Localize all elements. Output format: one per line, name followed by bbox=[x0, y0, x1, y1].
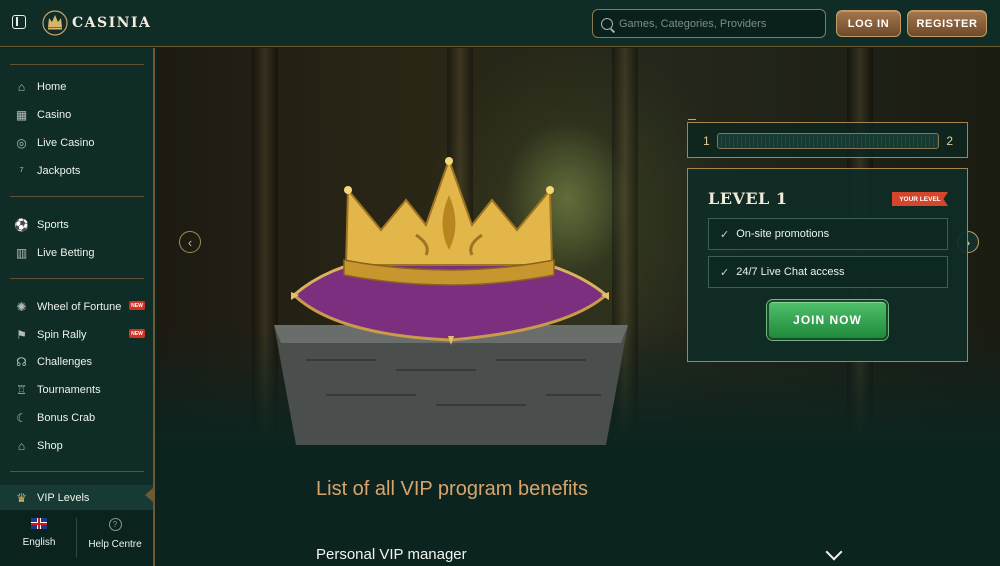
active-item-pointer bbox=[145, 488, 153, 502]
check-icon: ✓ bbox=[720, 266, 730, 279]
wheel-icon: ✺ bbox=[16, 299, 27, 314]
level-progress: 1 2 bbox=[687, 119, 968, 158]
help-label: Help Centre bbox=[88, 539, 142, 550]
level-card: LEVEL 1 YOUR LEVEL ✓ On-site promotions … bbox=[687, 168, 968, 362]
sidebar-divider bbox=[10, 64, 144, 65]
sidebar-item-challenges[interactable]: ☊ Challenges bbox=[14, 354, 92, 369]
accordion-label: Personal VIP manager bbox=[316, 546, 467, 563]
sidebar-item-spin-rally[interactable]: ⚑ Spin Rally bbox=[14, 327, 87, 342]
sidebar-item-label: Challenges bbox=[37, 355, 93, 368]
sidebar-item-home[interactable]: ⌂ Home bbox=[14, 79, 66, 94]
trophy-icon: ♖ bbox=[16, 382, 27, 397]
carousel-prev-button[interactable]: ‹ bbox=[179, 231, 201, 253]
sidebar-item-tournaments[interactable]: ♖ Tournaments bbox=[14, 382, 101, 397]
help-centre-link[interactable]: ? Help Centre bbox=[84, 518, 146, 550]
jackpot-icon: ⁷ bbox=[19, 163, 24, 178]
brand-name: CASINIA bbox=[72, 15, 152, 31]
sidebar-item-vip-content: ♛ VIP Levels bbox=[14, 490, 89, 505]
search-input[interactable] bbox=[619, 17, 809, 30]
sidebar-divider bbox=[10, 196, 144, 197]
benefit-label: 24/7 Live Chat access bbox=[736, 266, 845, 278]
flag-icon: ⚑ bbox=[16, 327, 27, 342]
chevron-down-icon bbox=[825, 543, 843, 561]
check-icon: ✓ bbox=[720, 228, 730, 241]
sidebar-item-jackpots[interactable]: ⁷ Jackpots bbox=[14, 163, 80, 178]
sidebar-item-label: Casino bbox=[37, 108, 72, 121]
benefit-item: ✓ On-site promotions bbox=[708, 218, 948, 250]
sidebar-item-label: Live Betting bbox=[37, 246, 95, 259]
live-casino-icon: ◎ bbox=[16, 135, 27, 150]
shop-icon: ⌂ bbox=[17, 438, 26, 453]
home-icon: ⌂ bbox=[17, 79, 26, 94]
help-icon: ? bbox=[108, 518, 122, 531]
sidebar-item-bonus-crab[interactable]: ☾ Bonus Crab bbox=[14, 410, 95, 425]
sidebar-item-sports[interactable]: ⚽ Sports bbox=[14, 217, 69, 232]
uk-flag-icon bbox=[31, 518, 47, 529]
search-box[interactable] bbox=[592, 9, 826, 38]
sidebar-toggle-icon[interactable] bbox=[12, 15, 26, 29]
progress-bar bbox=[717, 133, 939, 149]
sidebar-item-label: Bonus Crab bbox=[37, 411, 96, 424]
footer-separator bbox=[76, 518, 77, 558]
crab-icon: ☾ bbox=[16, 410, 27, 425]
sidebar-item-casino[interactable]: ▦ Casino bbox=[14, 107, 71, 122]
sports-icon: ⚽ bbox=[14, 217, 29, 232]
language-label: English bbox=[22, 537, 56, 548]
sidebar-item-label: Home bbox=[37, 80, 67, 93]
search-icon bbox=[601, 17, 613, 30]
sidebar-item-vip-levels[interactable]: ♛ VIP Levels bbox=[0, 485, 153, 510]
progress-start-level: 1 bbox=[703, 134, 710, 148]
crown-logo-icon bbox=[42, 10, 68, 36]
sidebar-divider bbox=[10, 471, 144, 472]
sidebar-item-live-betting[interactable]: ▥ Live Betting bbox=[14, 245, 95, 260]
register-button[interactable]: REGISTER bbox=[907, 10, 987, 37]
join-now-button[interactable]: JOIN NOW bbox=[767, 300, 888, 340]
section-title: List of all VIP program benefits bbox=[316, 478, 588, 500]
top-header: CASINIA LOG IN REGISTER bbox=[0, 0, 1000, 47]
new-badge: NEW bbox=[129, 329, 145, 338]
login-button[interactable]: LOG IN bbox=[836, 10, 901, 37]
sidebar-item-label: VIP Levels bbox=[37, 491, 90, 504]
sidebar-item-label: Jackpots bbox=[37, 164, 81, 177]
sidebar-item-wheel-of-fortune[interactable]: ✺ Wheel of Fortune bbox=[14, 299, 121, 314]
sidebar-item-label: Sports bbox=[37, 218, 69, 231]
level-title: LEVEL 1 bbox=[708, 189, 788, 208]
language-selector[interactable]: English bbox=[22, 518, 56, 548]
sidebar-divider bbox=[10, 278, 144, 279]
crown-icon: ♛ bbox=[16, 490, 27, 505]
new-badge: NEW bbox=[129, 301, 145, 310]
sidebar-item-label: Tournaments bbox=[37, 383, 101, 396]
sidebar-item-label: Live Casino bbox=[37, 136, 95, 149]
benefit-item: ✓ 24/7 Live Chat access bbox=[708, 256, 948, 288]
sidebar-item-label: Shop bbox=[37, 439, 63, 452]
progress-next-level: 2 bbox=[946, 134, 953, 148]
benefit-label: On-site promotions bbox=[736, 228, 830, 240]
sidebar-item-live-casino[interactable]: ◎ Live Casino bbox=[14, 135, 94, 150]
sidebar-footer: English ? Help Centre bbox=[0, 510, 153, 566]
challenge-icon: ☊ bbox=[16, 354, 27, 369]
brand-logo[interactable]: CASINIA bbox=[42, 9, 151, 37]
live-betting-icon: ▥ bbox=[15, 245, 28, 260]
sidebar-item-label: Spin Rally bbox=[37, 328, 87, 341]
casino-icon: ▦ bbox=[15, 107, 28, 122]
sidebar-item-label: Wheel of Fortune bbox=[37, 300, 122, 313]
crown-on-pillow-illustration bbox=[274, 157, 628, 445]
your-level-badge: YOUR LEVEL bbox=[892, 192, 948, 206]
sidebar: ⌂ Home ▦ Casino ◎ Live Casino ⁷ Jackpots… bbox=[0, 48, 155, 566]
accordion-personal-vip-manager[interactable]: Personal VIP manager bbox=[316, 543, 846, 566]
sidebar-item-shop[interactable]: ⌂ Shop bbox=[14, 438, 63, 453]
